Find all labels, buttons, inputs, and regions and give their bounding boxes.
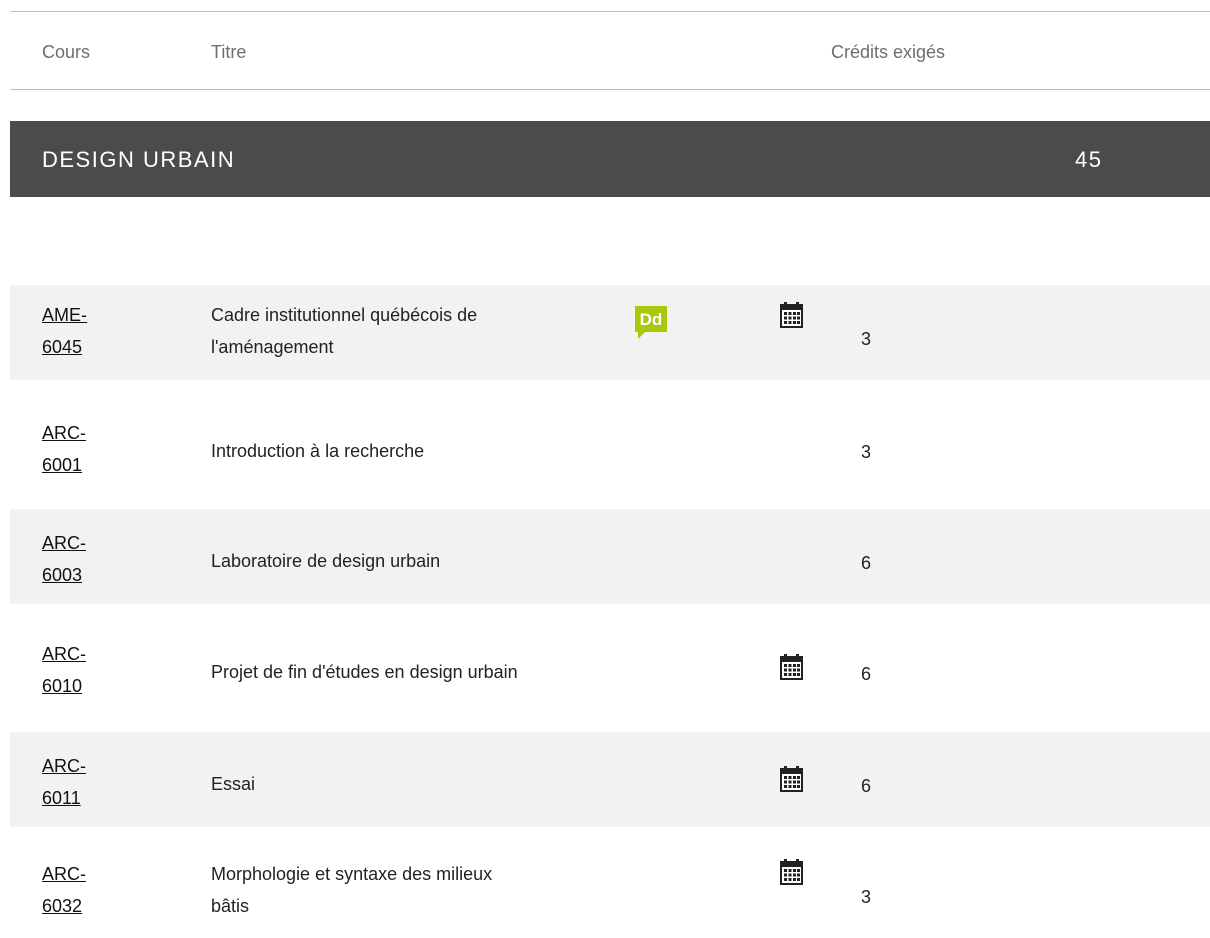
course-code-number[interactable]: 6001 <box>42 449 86 481</box>
table-row: ARC- 6010 Projet de fin d'études en desi… <box>10 620 1210 715</box>
course-credits: 6 <box>861 553 872 573</box>
calendar-icon[interactable] <box>780 302 803 328</box>
header-bottom-divider <box>10 89 1210 90</box>
course-code-link[interactable]: ARC- 6032 <box>42 858 86 922</box>
dd-speech-badge-icon[interactable]: Dd <box>633 304 669 340</box>
header-top-divider <box>10 11 1210 12</box>
course-title: Introduction à la recherche <box>211 441 425 461</box>
course-code-prefix[interactable]: ARC- <box>42 417 86 449</box>
course-code-link[interactable]: ARC- 6010 <box>42 638 86 702</box>
course-code-number[interactable]: 6010 <box>42 670 86 702</box>
course-code-number[interactable]: 6011 <box>42 782 86 814</box>
course-table: Cours Titre Crédits exigés DESIGN URBAIN… <box>0 0 1210 928</box>
course-code-prefix[interactable]: ARC- <box>42 638 86 670</box>
column-header-course: Cours <box>42 42 91 62</box>
course-code-prefix[interactable]: ARC- <box>42 858 86 890</box>
course-title: Laboratoire de design urbain <box>211 551 441 571</box>
section-total-credits: 45 <box>1075 147 1103 172</box>
course-code-number[interactable]: 6003 <box>42 559 86 591</box>
table-row: ARC- 6001 Introduction à la recherche 3 <box>10 398 1210 493</box>
course-title-line: Cadre institutionnel québécois de <box>211 305 478 325</box>
table-row: ARC- 6011 Essai 6 <box>10 732 1210 827</box>
calendar-icon[interactable] <box>780 766 803 792</box>
course-title: Morphologie et syntaxe des milieux bâtis <box>211 858 631 922</box>
course-title-line: bâtis <box>211 896 250 916</box>
table-row: AME- 6045 Cadre institutionnel québécois… <box>10 285 1210 380</box>
course-code-link[interactable]: ARC- 6001 <box>42 417 86 481</box>
calendar-icon[interactable] <box>780 859 803 885</box>
section-title: DESIGN URBAIN <box>42 147 236 172</box>
course-title: Cadre institutionnel québécois de l'amén… <box>211 299 631 363</box>
course-title: Essai <box>211 774 256 794</box>
course-title-line: l'aménagement <box>211 337 334 357</box>
course-credits: 3 <box>861 442 872 462</box>
course-code-prefix[interactable]: ARC- <box>42 750 86 782</box>
course-code-prefix[interactable]: AME- <box>42 299 87 331</box>
course-code-link[interactable]: ARC- 6003 <box>42 527 86 591</box>
course-code-prefix[interactable]: ARC- <box>42 527 86 559</box>
course-credits: 3 <box>861 887 872 907</box>
column-header-credits: Crédits exigés <box>831 42 946 62</box>
calendar-icon[interactable] <box>780 654 803 680</box>
course-code-link[interactable]: AME- 6045 <box>42 299 87 363</box>
course-title-line: Morphologie et syntaxe des milieux <box>211 864 493 884</box>
svg-text:Dd: Dd <box>640 310 663 329</box>
course-credits: 6 <box>861 776 872 796</box>
course-code-link[interactable]: ARC- 6011 <box>42 750 86 814</box>
table-row: ARC- 6032 Morphologie et syntaxe des mil… <box>10 843 1210 938</box>
course-code-number[interactable]: 6032 <box>42 890 86 922</box>
section-header: DESIGN URBAIN 45 <box>10 121 1210 197</box>
course-credits: 6 <box>861 664 872 684</box>
table-row: ARC- 6003 Laboratoire de design urbain 6 <box>10 509 1210 604</box>
course-code-number[interactable]: 6045 <box>42 331 87 363</box>
course-credits: 3 <box>861 329 872 349</box>
course-title: Projet de fin d'études en design urbain <box>211 662 518 682</box>
column-header-title: Titre <box>211 42 247 62</box>
